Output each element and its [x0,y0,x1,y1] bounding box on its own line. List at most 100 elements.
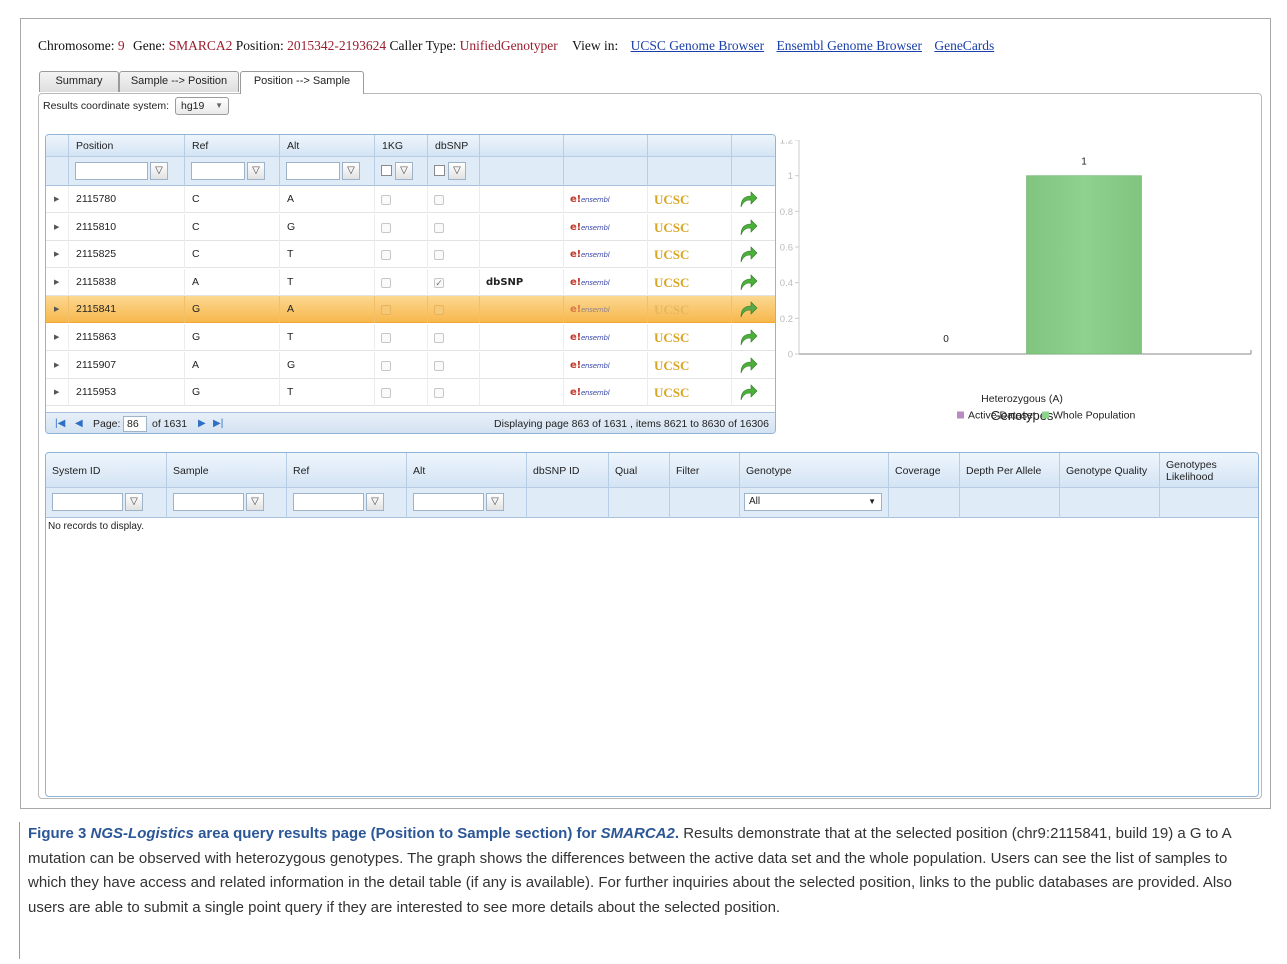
filter-cell-empty [959,488,1059,518]
ucsc-link[interactable]: UCSC [654,379,689,406]
previous-page-icon[interactable]: ◀ [75,413,83,433]
row-expand-icon[interactable]: ▶ [54,214,59,241]
ucsc-link[interactable]: UCSC [654,241,689,268]
ensembl-logo-icon[interactable]: e!ensembl [570,214,610,242]
column-header-alt[interactable]: Alt [406,453,526,488]
tab-summary[interactable]: Summary [39,71,119,92]
caption-title-mid: area query results page (Position to Sam… [198,825,597,842]
column-header-filter[interactable]: Filter [669,453,739,488]
table-row[interactable]: ▶ 2115863 G Te!ensembl UCSC [46,324,775,351]
column-header-dbsnp-id[interactable]: dbSNP ID [526,453,608,488]
column-header-genotypes-likelihood[interactable]: Genotypes Likelihood [1159,453,1258,488]
alt-filter-input[interactable] [413,493,484,511]
coordinate-system-select[interactable]: hg19 ▼ [175,97,229,115]
column-header-ref[interactable]: Ref [286,453,406,488]
point-query-arrow-icon[interactable] [740,301,758,318]
ref-filter-input[interactable] [293,493,364,511]
tab-position-to-sample[interactable]: Position --> Sample [240,71,364,94]
point-query-arrow-icon[interactable] [740,191,758,208]
row-expand-icon[interactable]: ▶ [54,269,59,296]
ensembl-logo-icon[interactable]: e!ensembl [570,379,610,407]
table-row[interactable]: ▶ 2115907 A Ge!ensembl UCSC [46,351,775,380]
query-cell [731,379,775,407]
1kg-filter-checkbox[interactable] [381,165,392,176]
genecards-link[interactable]: GeneCards [934,38,994,53]
dbsnp-checkbox [434,222,444,233]
system-id-filter-input[interactable] [52,493,123,511]
bar-whole-population[interactable] [1026,175,1142,355]
page-number-input[interactable]: 86 [123,416,147,432]
tab-sample-to-position[interactable]: Sample --> Position [119,71,239,92]
ucsc-link[interactable]: UCSC [654,269,689,296]
filter-icon[interactable]: ▽ [448,162,466,180]
first-page-icon[interactable]: |◀ [55,413,65,433]
row-expand-icon[interactable]: ▶ [54,241,59,268]
row-expand-icon[interactable]: ▶ [54,379,59,406]
filter-icon[interactable]: ▽ [125,493,143,511]
ensembl-logo-icon[interactable]: e!ensembl [570,324,610,352]
filter-icon[interactable]: ▽ [395,162,413,180]
ucsc-link[interactable]: UCSC [654,214,689,241]
column-header-qual[interactable]: Qual [608,453,669,488]
row-expand-icon[interactable]: ▶ [54,186,59,213]
column-header-ref[interactable]: Ref [184,135,279,157]
table-row[interactable]: ▶ 2115810 C Ge!ensembl UCSC [46,213,775,242]
ensembl-logo-icon[interactable]: e!ensembl [570,186,610,214]
filter-cell-dbsnp: ▽ [427,157,479,186]
column-header-dbsnp[interactable]: dbSNP [427,135,479,157]
column-header-genotype[interactable]: Genotype [739,453,888,488]
last-page-icon[interactable]: ▶| [213,413,223,433]
column-header-depth-per-allele[interactable]: Depth Per Allele [959,453,1059,488]
kg-cell [374,296,427,324]
point-query-arrow-icon[interactable] [740,246,758,263]
ensembl-logo-icon[interactable]: e!ensembl [570,352,610,380]
column-header-position[interactable]: Position [68,135,184,157]
row-expand-icon[interactable]: ▶ [54,324,59,351]
column-header-1kg[interactable]: 1KG [374,135,427,157]
ucsc-link[interactable]: UCSC [654,324,689,351]
ensembl-logo-icon[interactable]: e!ensembl [570,241,610,269]
point-query-arrow-icon[interactable] [740,356,758,374]
ensembl-logo-icon[interactable]: e!ensembl [570,269,610,297]
next-page-icon[interactable]: ▶ [198,413,206,433]
filter-icon[interactable]: ▽ [246,493,264,511]
ensembl-logo-icon[interactable]: e!ensembl [570,296,610,324]
point-query-arrow-icon[interactable] [740,384,758,401]
genotype-filter-select[interactable]: All ▼ [744,493,882,511]
point-query-arrow-icon[interactable] [740,218,758,236]
table-row[interactable]: ▶ 2115953 G Te!ensembl UCSC [46,379,775,407]
filter-icon[interactable]: ▽ [366,493,384,511]
ucsc-link[interactable]: UCSC [654,186,689,213]
column-header-genotype-quality[interactable]: Genotype Quality [1059,453,1159,488]
table-row[interactable]: ▶ 2115780 C Ae!ensembl UCSC [46,186,775,213]
filter-icon[interactable]: ▽ [150,162,168,180]
ensembl-genome-browser-link[interactable]: Ensembl Genome Browser [776,38,921,53]
sample-filter-input[interactable] [173,493,244,511]
filter-icon[interactable]: ▽ [486,493,504,511]
table-row[interactable]: ▶ 2115838 A T ✓ dbSNP e!ensembl UCSC [46,268,775,297]
ucsc-link[interactable]: UCSC [654,352,689,379]
alt-filter-input[interactable] [286,162,340,180]
row-expand-icon[interactable]: ▶ [54,352,59,379]
filter-icon[interactable]: ▽ [247,162,265,180]
dbsnp-filter-checkbox[interactable] [434,165,445,176]
column-header-sample[interactable]: Sample [166,453,286,488]
column-header-system-id[interactable]: System ID [46,453,166,488]
position-filter-input[interactable] [75,162,148,180]
ucsc-genome-browser-link[interactable]: UCSC Genome Browser [631,38,765,53]
filter-icon[interactable]: ▽ [342,162,360,180]
kg-checkbox [381,388,391,399]
ref-filter-input[interactable] [191,162,245,180]
dbsnp-link[interactable]: dbSNP [486,269,523,296]
column-header-alt[interactable]: Alt [279,135,374,157]
point-query-arrow-icon[interactable] [740,329,758,346]
query-cell [731,351,775,379]
query-cell [731,268,775,296]
point-query-arrow-icon[interactable] [740,274,758,291]
column-header-coverage[interactable]: Coverage [888,453,959,488]
row-expand-icon[interactable]: ▶ [54,296,59,323]
ucsc-link[interactable]: UCSC [654,296,689,323]
table-row[interactable]: ▶ 2115825 C Te!ensembl UCSC [46,241,775,269]
table-row[interactable]: ▶ 2115841 G Ae!ensembl UCSC [46,296,775,324]
ref-cell: C [184,186,279,213]
